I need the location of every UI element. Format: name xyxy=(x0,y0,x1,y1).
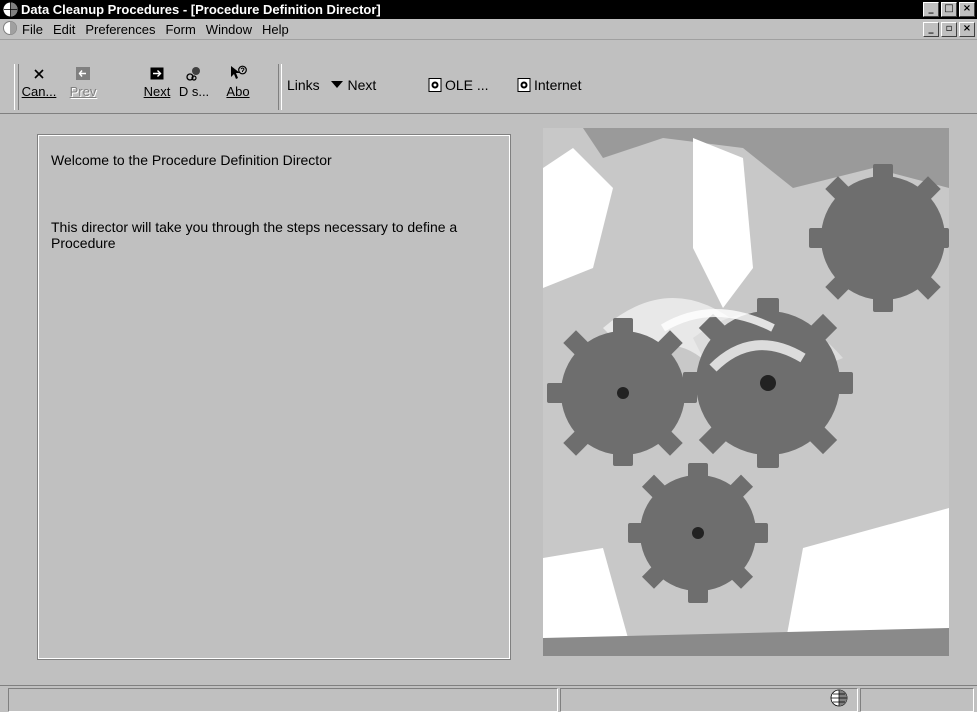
document-icon xyxy=(428,78,442,92)
child-restore-button[interactable]: ▫ xyxy=(941,22,957,37)
director-content: Welcome to the Procedure Definition Dire… xyxy=(0,113,977,684)
close-button[interactable]: × xyxy=(959,2,975,17)
about-button[interactable]: Abo xyxy=(219,64,257,112)
links-button[interactable]: Links Next xyxy=(287,77,376,93)
globe-icon xyxy=(3,2,18,17)
child-window-controls: _ ▫ × xyxy=(923,22,975,37)
status-bar xyxy=(0,685,977,712)
about-label: Abo xyxy=(226,84,250,99)
close-icon xyxy=(20,64,58,82)
gears-illustration xyxy=(543,128,949,656)
toolbar-grip xyxy=(14,64,19,110)
arrow-left-icon xyxy=(64,64,102,82)
gear-icon xyxy=(175,64,213,82)
menu-file[interactable]: File xyxy=(21,22,44,37)
toolbar-separator xyxy=(278,64,282,110)
cancel-button[interactable]: Can... xyxy=(20,64,58,112)
triangle-down-icon xyxy=(330,81,343,88)
status-pane-tertiary xyxy=(860,688,974,712)
internet-button[interactable]: Internet xyxy=(517,77,581,93)
minimize-button[interactable]: _ xyxy=(923,2,939,17)
arrow-right-icon xyxy=(138,64,176,82)
next-label: Next xyxy=(143,84,171,99)
prev-button[interactable]: Prev xyxy=(64,64,102,112)
gear-top-right xyxy=(809,164,949,312)
ole-button[interactable]: OLE ... xyxy=(428,77,489,93)
links-label: Links xyxy=(287,77,320,93)
links-next-label: Next xyxy=(347,77,377,93)
window-controls: _ □ × xyxy=(923,2,975,17)
menu-form[interactable]: Form xyxy=(164,22,196,37)
ds-button[interactable]: D s... xyxy=(175,64,213,112)
cancel-label: Can... xyxy=(21,84,57,99)
document-icon xyxy=(517,78,531,92)
next-button[interactable]: Next xyxy=(138,64,176,112)
welcome-panel: Welcome to the Procedure Definition Dire… xyxy=(37,134,511,660)
maximize-button[interactable]: □ xyxy=(941,2,957,17)
child-minimize-button[interactable]: _ xyxy=(923,22,939,37)
welcome-heading: Welcome to the Procedure Definition Dire… xyxy=(51,152,332,168)
ds-label: D s... xyxy=(178,84,210,99)
welcome-description: This director will take you through the … xyxy=(51,219,458,251)
prev-label: Prev xyxy=(69,84,97,99)
globe-icon[interactable] xyxy=(3,21,17,35)
menu-preferences[interactable]: Preferences xyxy=(84,22,156,37)
status-pane-secondary xyxy=(560,688,858,712)
menu-edit[interactable]: Edit xyxy=(52,22,76,37)
child-close-button[interactable]: × xyxy=(959,22,975,37)
ole-label: OLE ... xyxy=(445,77,489,93)
help-pointer-icon xyxy=(219,64,257,82)
globe-icon xyxy=(830,689,848,707)
window-title: Data Cleanup Procedures - [Procedure Def… xyxy=(21,2,381,17)
status-pane-main xyxy=(8,688,558,712)
title-bar: Data Cleanup Procedures - [Procedure Def… xyxy=(0,0,977,19)
menu-bar: File Edit Preferences Form Window Help _… xyxy=(0,19,977,40)
menu-window[interactable]: Window xyxy=(205,22,253,37)
menu-help[interactable]: Help xyxy=(261,22,290,37)
internet-label: Internet xyxy=(534,77,582,93)
